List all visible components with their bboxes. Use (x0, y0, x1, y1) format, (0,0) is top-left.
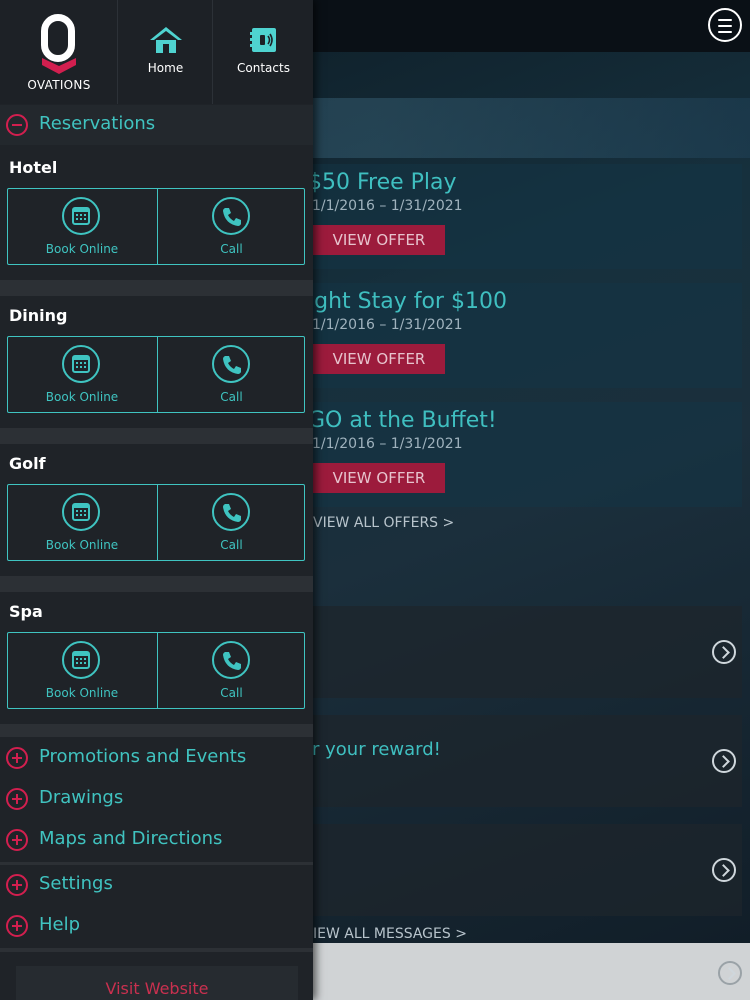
calendar-icon (62, 197, 100, 235)
reservations-toggle[interactable]: Reservations (0, 105, 313, 145)
plus-circle-icon (6, 747, 28, 769)
offer-title: GO at the Buffet! (308, 408, 497, 433)
app-screen: $50 Free Play 1/1/2016 – 1/31/2021 VIEW … (0, 0, 750, 1000)
logo-chevron-icon (42, 58, 76, 74)
phone-icon (212, 197, 250, 235)
menu-item-maps-directions[interactable]: Maps and Directions (0, 820, 313, 860)
menu-item-label: Help (39, 914, 81, 935)
phone-icon (212, 493, 250, 531)
book-online-label: Book Online (45, 242, 119, 256)
book-online-label: Book Online (45, 538, 119, 552)
message-text: r your reward! (312, 739, 441, 760)
category-actions: Book Online Call (7, 484, 305, 561)
plus-circle-icon (6, 829, 28, 851)
nav-contacts[interactable]: Contacts (214, 0, 313, 104)
category-name: Spa (9, 602, 43, 621)
offer-title: $50 Free Play (308, 170, 457, 195)
phone-icon (212, 345, 250, 383)
calendar-icon (62, 641, 100, 679)
contacts-icon (249, 28, 276, 52)
category-actions: Book Online Call (7, 336, 305, 413)
offer-dates: 1/1/2016 – 1/31/2021 (312, 317, 463, 333)
phone-icon (212, 641, 250, 679)
call-label: Call (220, 538, 243, 552)
call-label: Call (220, 242, 243, 256)
nav-home-label: Home (147, 61, 184, 75)
drawer-header: OVATIONS Home Contacts (0, 0, 313, 104)
view-offer-button[interactable]: VIEW OFFER (313, 344, 445, 374)
category-name: Golf (9, 454, 46, 473)
book-online-label: Book Online (45, 686, 119, 700)
call-button[interactable]: Call (157, 485, 305, 560)
call-label: Call (220, 686, 243, 700)
category-separator (0, 724, 313, 737)
category-name: Hotel (9, 158, 58, 177)
category-separator (0, 280, 313, 296)
menu-item-label: Maps and Directions (39, 828, 223, 849)
call-button[interactable]: Call (157, 633, 305, 708)
category-actions: Book Online Call (7, 632, 305, 709)
category-hotel: Hotel Book Online Call (0, 148, 313, 282)
nav-home[interactable]: Home (119, 0, 213, 104)
home-icon (149, 27, 182, 53)
side-drawer: OVATIONS Home Contacts Reservations Hote… (0, 0, 313, 1000)
plus-circle-icon (6, 874, 28, 896)
category-golf: Golf Book Online Call (0, 444, 313, 578)
chevron-right-icon[interactable] (712, 858, 736, 882)
menu-item-settings[interactable]: Settings (0, 865, 313, 905)
category-separator (0, 428, 313, 444)
call-button[interactable]: Call (157, 337, 305, 412)
nav-contacts-label: Contacts (237, 61, 290, 75)
menu-divider (0, 948, 313, 952)
chevron-right-icon[interactable] (712, 749, 736, 773)
book-online-label: Book Online (45, 390, 119, 404)
category-dining: Dining Book Online Call (0, 296, 313, 430)
category-separator (0, 576, 313, 592)
offer-dates: 1/1/2016 – 1/31/2021 (312, 436, 463, 452)
category-spa: Spa Book Online Call (0, 592, 313, 726)
visit-website-button[interactable]: Visit Website (16, 966, 298, 1000)
view-offer-button[interactable]: VIEW OFFER (313, 225, 445, 255)
book-online-button[interactable]: Book Online (8, 189, 156, 264)
minus-circle-icon (6, 114, 28, 136)
calendar-icon (62, 345, 100, 383)
chevron-right-icon[interactable] (712, 640, 736, 664)
plus-circle-icon (6, 788, 28, 810)
category-name: Dining (9, 306, 68, 325)
chevron-right-icon[interactable] (718, 961, 742, 985)
plus-circle-icon (6, 915, 28, 937)
offer-dates: 1/1/2016 – 1/31/2021 (312, 198, 463, 214)
category-actions: Book Online Call (7, 188, 305, 265)
menu-item-label: Promotions and Events (39, 746, 247, 767)
menu-item-label: Drawings (39, 787, 124, 808)
menu-item-promotions-events[interactable]: Promotions and Events (0, 738, 313, 778)
brand-name: OVATIONS (27, 78, 91, 92)
view-all-messages-link[interactable]: IEW ALL MESSAGES > (313, 926, 467, 942)
call-button[interactable]: Call (157, 189, 305, 264)
menu-item-label: Settings (39, 873, 113, 894)
calendar-icon (62, 493, 100, 531)
menu-item-drawings[interactable]: Drawings (0, 779, 313, 819)
reservations-label: Reservations (39, 113, 156, 134)
book-online-button[interactable]: Book Online (8, 633, 156, 708)
offer-title: ight Stay for $100 (308, 289, 507, 314)
view-offer-button[interactable]: VIEW OFFER (313, 463, 445, 493)
book-online-button[interactable]: Book Online (8, 485, 156, 560)
menu-toggle-button[interactable] (708, 8, 742, 42)
book-online-button[interactable]: Book Online (8, 337, 156, 412)
brand-logo[interactable]: OVATIONS (0, 0, 118, 104)
call-label: Call (220, 390, 243, 404)
view-all-offers-link[interactable]: VIEW ALL OFFERS > (313, 515, 454, 531)
menu-item-help[interactable]: Help (0, 906, 313, 946)
logo-o-mark (41, 14, 75, 62)
